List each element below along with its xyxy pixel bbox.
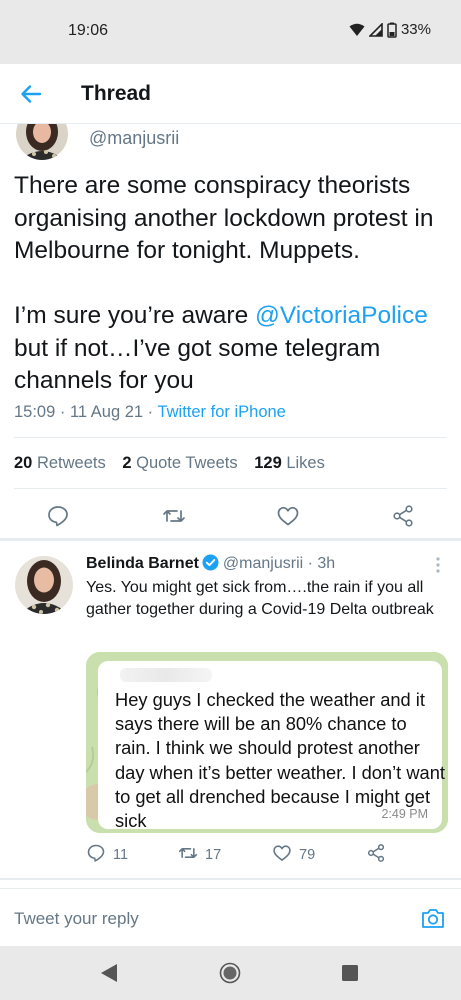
tweet-text: There are some conspiracy theorists orga… — [14, 170, 454, 398]
dot-separator: · — [303, 555, 318, 572]
reply-action[interactable]: 11 — [86, 844, 128, 866]
avatar[interactable] — [16, 124, 68, 160]
battery-icon — [387, 22, 397, 38]
tweet-handle[interactable]: @manjusrii — [89, 128, 179, 149]
signal-icon — [368, 22, 383, 37]
quotes-count: 2 — [122, 454, 132, 472]
reply-header: Belinda Barnet @manjusrii · 3h — [86, 554, 335, 576]
chat-bubble: Hey guys I checked the weather and it sa… — [98, 661, 445, 831]
mention-link[interactable]: @VictoriaPolice — [255, 302, 428, 329]
retweet-icon — [178, 843, 198, 867]
tweet-time: 15:09 — [14, 403, 56, 421]
chat-time: 2:49 PM — [381, 807, 428, 821]
reply-author-name[interactable]: Belinda Barnet — [86, 555, 199, 572]
reply-icon[interactable] — [46, 504, 70, 528]
divider — [0, 878, 461, 880]
reply-composer: Tweet your reply — [0, 888, 461, 946]
battery-percent: 33% — [400, 21, 431, 38]
reply-input[interactable]: Tweet your reply — [14, 909, 139, 929]
reply-count: 11 — [113, 847, 129, 863]
more-vertical-icon[interactable] — [435, 556, 441, 574]
wifi-icon — [349, 23, 365, 37]
main-tweet: @manjusrii There are some conspiracy the… — [0, 124, 461, 540]
likes-label: Likes — [286, 454, 325, 472]
reply-text: Yes. You might get sick from….the rain i… — [86, 579, 434, 618]
like-count: 79 — [299, 847, 316, 863]
arrow-left-icon[interactable] — [18, 81, 44, 107]
thread-separator — [0, 538, 461, 541]
divider — [14, 488, 447, 489]
likes-stat[interactable]: 129 Likes — [254, 454, 325, 472]
retweet-count: 17 — [205, 847, 222, 863]
retweet-action[interactable]: 17 — [178, 844, 221, 866]
tweet-source[interactable]: Twitter for iPhone — [157, 403, 285, 421]
app-header: Thread — [0, 64, 461, 124]
reply-tweet[interactable]: Belinda Barnet @manjusrii · 3h Yes. You m… — [0, 544, 461, 879]
status-bar: 19:06 33% — [0, 0, 461, 64]
retweets-label: Retweets — [36, 454, 106, 472]
share-icon — [366, 843, 386, 867]
like-action[interactable]: 79 — [272, 844, 315, 866]
status-indicators: 33% — [349, 21, 431, 38]
camera-icon[interactable] — [421, 907, 445, 929]
page-title: Thread — [81, 82, 152, 105]
system-nav-bar — [0, 946, 461, 1000]
quotes-stat[interactable]: 2 Quote Tweets — [122, 454, 237, 472]
verified-badge-icon — [202, 554, 219, 576]
reply-actions: 11 17 79 — [0, 844, 461, 868]
reply-handle[interactable]: @manjusrii — [223, 555, 303, 572]
tweet-date: 11 Aug 21 — [69, 403, 144, 421]
heart-icon — [272, 843, 292, 867]
reply-age: 3h — [317, 555, 336, 572]
retweets-count: 20 — [14, 454, 33, 472]
avatar[interactable] — [15, 556, 73, 614]
share-icon[interactable] — [391, 504, 415, 528]
redacted-name — [120, 668, 212, 682]
share-action[interactable] — [366, 844, 386, 866]
retweets-stat[interactable]: 20 Retweets — [14, 454, 106, 472]
nav-recents-icon[interactable] — [342, 965, 358, 986]
retweet-icon[interactable] — [162, 504, 186, 528]
nav-back-icon[interactable] — [100, 963, 118, 988]
attached-image[interactable]: Hey guys I checked the weather and it sa… — [86, 652, 448, 833]
heart-icon[interactable] — [276, 504, 300, 528]
divider — [14, 437, 447, 438]
reply-icon — [86, 843, 106, 867]
tweet-actions — [0, 496, 461, 536]
status-time: 19:06 — [68, 22, 109, 39]
quotes-label: Quote Tweets — [136, 454, 238, 472]
tweet-meta: 15:09 · 11 Aug 21 · Twitter for iPhone — [14, 403, 286, 421]
nav-home-icon[interactable] — [219, 962, 241, 989]
tweet-stats: 20 Retweets 2 Quote Tweets 129 Likes — [14, 454, 325, 473]
likes-count: 129 — [254, 454, 282, 472]
